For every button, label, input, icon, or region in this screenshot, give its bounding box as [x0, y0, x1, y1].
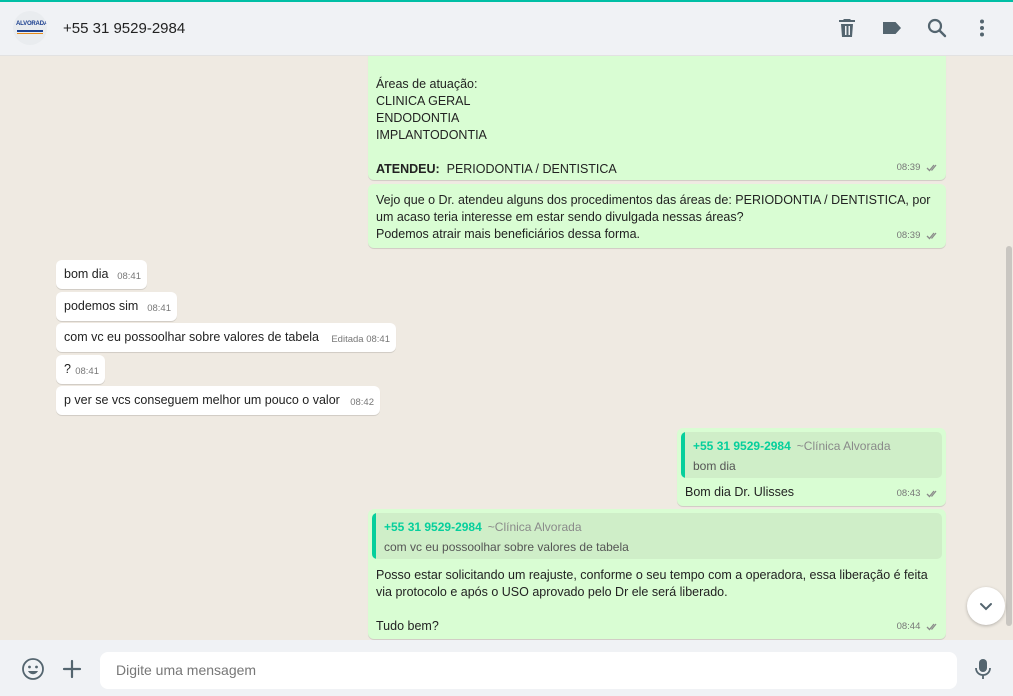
message-meta: Editada 08:41 [331, 331, 390, 348]
message-meta: 08:43 [897, 485, 940, 502]
message-line: IMPLANTODONTIA [376, 128, 487, 142]
trash-icon[interactable] [835, 16, 859, 40]
message-text: ? [64, 362, 71, 376]
quote-author: +55 31 9529-2984 [693, 439, 791, 453]
scroll-to-bottom-button[interactable] [967, 587, 1005, 625]
contact-title[interactable]: +55 31 9529-2984 [63, 20, 185, 37]
message-outgoing-reply[interactable]: +55 31 9529-2984 ~Clínica Alvorada bom di… [677, 428, 946, 506]
message-time: 08:43 [896, 488, 921, 499]
search-icon[interactable] [925, 16, 949, 40]
message-incoming[interactable]: com vc eu possoolhar sobre valores de ta… [56, 323, 396, 352]
message-time: 08:41 [366, 334, 390, 345]
message-line: Posso estar solicitando um reajuste, con… [376, 568, 928, 582]
message-text: p ver se vcs conseguem melhor um pouco o… [64, 393, 340, 407]
message-text: bom dia [64, 267, 109, 281]
conversation-panel[interactable]: Áreas de atuação: CLINICA GERAL ENDODONT… [0, 56, 1005, 640]
message-incoming[interactable]: podemos sim 08:41 [56, 292, 177, 321]
plus-icon[interactable] [60, 657, 84, 681]
double-check-icon [926, 623, 937, 631]
avatar-logo-accent [17, 33, 43, 34]
quote-text: bom dia [693, 459, 736, 473]
message-time: 08:41 [117, 271, 141, 282]
composer-bar: Digite uma mensagem [0, 640, 1013, 696]
chat-scrollbar[interactable] [1005, 56, 1013, 640]
message-outgoing[interactable]: Vejo que o Dr. atendeu alguns dos proced… [368, 184, 946, 248]
tag-icon[interactable] [880, 16, 904, 40]
message-text: Bom dia Dr. Ulisses [685, 485, 795, 499]
message-line: Tudo bem? [376, 619, 439, 633]
message-line: CLINICA GERAL [376, 94, 471, 108]
message-line: Vejo que o Dr. atendeu alguns dos proced… [376, 193, 931, 207]
avatar-logo-text: ALVORADA [16, 21, 47, 27]
message-meta: 08:39 [897, 159, 940, 176]
message-incoming[interactable]: bom dia 08:41 [56, 260, 147, 289]
message-line: via protocolo e após o USO aprovado pelo… [376, 585, 728, 599]
message-line: ENDODONTIA [376, 111, 460, 125]
double-check-icon [926, 490, 937, 498]
contact-avatar[interactable]: ALVORADA [13, 11, 47, 45]
message-time: 08:42 [350, 397, 374, 408]
attended-label: ATENDEU: [376, 162, 440, 176]
message-meta: 08:44 [897, 618, 940, 635]
double-check-icon [926, 232, 937, 240]
avatar-logo-bar [17, 30, 43, 32]
message-incoming[interactable]: ? 08:41 [56, 355, 105, 384]
message-text: com vc eu possoolhar sobre valores de ta… [64, 330, 320, 344]
quote-text: com vc eu possoolhar sobre valores de ta… [384, 540, 629, 554]
emoji-icon[interactable] [21, 657, 45, 681]
message-line: Áreas de atuação: [376, 77, 478, 91]
message-outgoing-reply[interactable]: +55 31 9529-2984 ~Clínica Alvorada com vc… [368, 509, 946, 639]
message-incoming[interactable]: p ver se vcs conseguem melhor um pouco o… [56, 386, 380, 415]
attended-text: PERIODONTIA / DENTISTICA [446, 162, 617, 176]
message-time: 08:44 [896, 621, 921, 632]
message-outgoing[interactable]: Áreas de atuação: CLINICA GERAL ENDODONT… [368, 56, 946, 180]
double-check-icon [926, 164, 937, 172]
quote-sender: ~Clínica Alvorada [796, 439, 891, 453]
message-line: Podemos atrair mais beneficiários dessa … [376, 227, 641, 241]
quoted-message[interactable]: +55 31 9529-2984 ~Clínica Alvorada bom di… [681, 432, 942, 478]
quoted-message[interactable]: +55 31 9529-2984 ~Clínica Alvorada com vc… [372, 513, 942, 559]
chat-header: ALVORADA +55 31 9529-2984 [0, 2, 1013, 56]
quote-accent-bar [372, 513, 376, 559]
message-time: 08:41 [147, 303, 171, 314]
quote-accent-bar [681, 432, 685, 478]
quote-sender: ~Clínica Alvorada [487, 520, 582, 534]
microphone-icon[interactable] [973, 657, 993, 681]
edited-label: Editada [331, 334, 364, 345]
message-time: 08:39 [896, 162, 921, 173]
message-line: um acaso teria interesse em estar sendo … [376, 210, 744, 224]
message-text: podemos sim [64, 299, 139, 313]
message-time: 08:39 [896, 230, 921, 241]
quote-author: +55 31 9529-2984 [384, 520, 482, 534]
chevron-down-icon [980, 603, 992, 611]
message-input[interactable]: Digite uma mensagem [100, 652, 957, 689]
more-vertical-icon[interactable] [970, 16, 994, 40]
message-time: 08:41 [75, 366, 99, 377]
message-meta: 08:39 [897, 227, 940, 244]
scrollbar-thumb[interactable] [1006, 246, 1012, 626]
